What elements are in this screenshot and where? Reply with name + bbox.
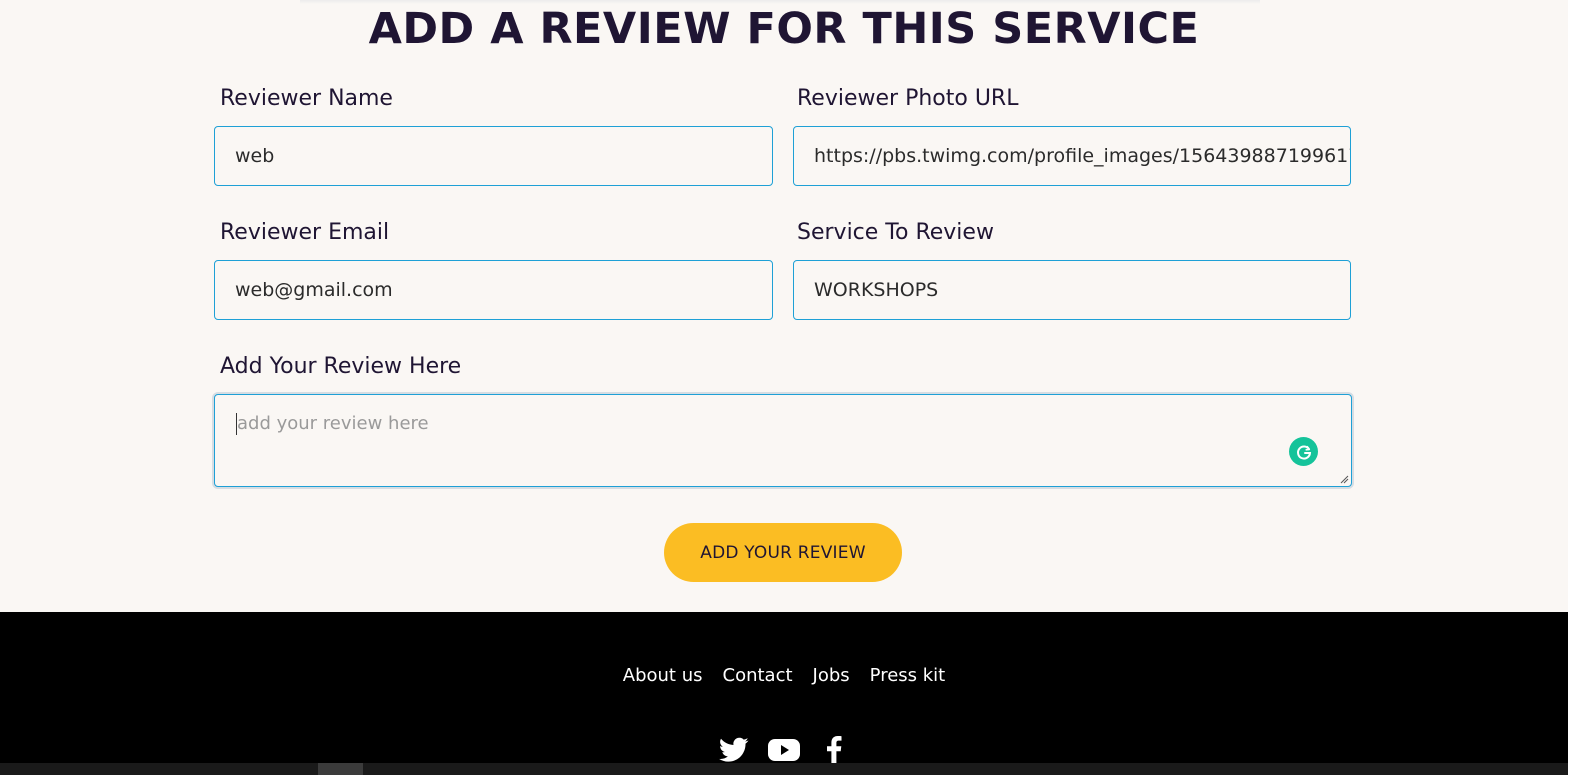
add-review-button[interactable]: ADD YOUR REVIEW xyxy=(664,523,902,582)
vertical-scrollbar[interactable] xyxy=(1568,0,1580,775)
reviewer-photo-url-label: Reviewer Photo URL xyxy=(797,86,1019,111)
twitter-icon[interactable] xyxy=(718,734,750,766)
footer: About us Contact Jobs Press kit xyxy=(0,612,1568,775)
youtube-icon[interactable] xyxy=(768,734,800,766)
page-title: ADD A REVIEW FOR THIS SERVICE xyxy=(368,4,1200,54)
horizontal-scrollbar-thumb[interactable] xyxy=(318,763,363,775)
review-textarea[interactable]: add your review here xyxy=(214,394,1352,487)
social-links xyxy=(0,734,1568,766)
resize-handle-icon[interactable] xyxy=(1339,474,1349,484)
footer-nav: About us Contact Jobs Press kit xyxy=(0,665,1568,686)
review-form-section: ADD A REVIEW FOR THIS SERVICE Reviewer N… xyxy=(0,0,1568,612)
reviewer-name-input[interactable]: web xyxy=(214,126,773,186)
reviewer-name-label: Reviewer Name xyxy=(220,86,393,111)
review-placeholder: add your review here xyxy=(237,413,429,434)
footer-link-about-us[interactable]: About us xyxy=(623,665,703,686)
reviewer-email-input[interactable]: web@gmail.com xyxy=(214,260,773,320)
footer-link-jobs[interactable]: Jobs xyxy=(813,665,850,686)
review-label: Add Your Review Here xyxy=(220,354,462,379)
grammarly-icon[interactable] xyxy=(1289,437,1318,466)
reviewer-email-label: Reviewer Email xyxy=(220,220,390,245)
service-to-review-input[interactable]: WORKSHOPS xyxy=(793,260,1351,320)
reviewer-photo-url-input[interactable]: https://pbs.twimg.com/profile_images/156… xyxy=(793,126,1351,186)
facebook-icon[interactable] xyxy=(818,734,850,766)
service-to-review-label: Service To Review xyxy=(797,220,994,245)
footer-link-contact[interactable]: Contact xyxy=(723,665,793,686)
footer-link-press-kit[interactable]: Press kit xyxy=(870,665,946,686)
horizontal-scrollbar[interactable] xyxy=(0,763,1568,775)
